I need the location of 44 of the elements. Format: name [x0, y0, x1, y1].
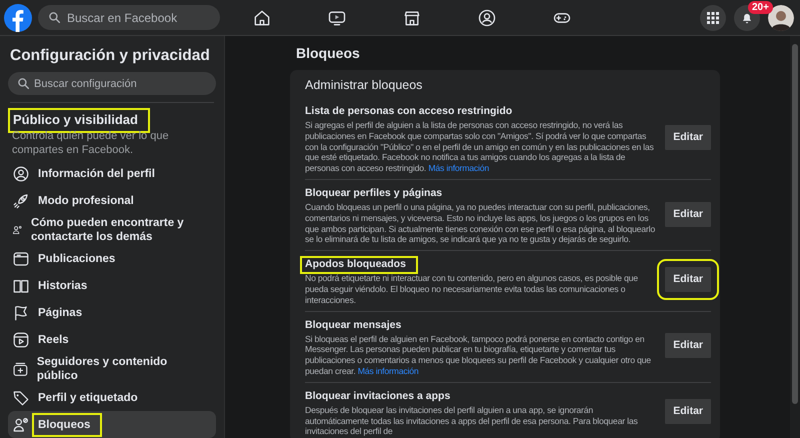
setting-title: Lista de personas con acceso restringido	[304, 104, 514, 119]
setting-description: Si bloqueas el perfil de alguien en Facebook, tampoco podrá ponerse en contacto contigo en Messenger. Las personas pueden publicar en tu biografía, etiquetarte y comentar tus publicaciones o comentarios a menos que bloquees su perfil de Facebook y cualquier otro que puedan crear. Más información	[305, 334, 652, 377]
setting-title: Bloquear perfiles y páginas	[304, 186, 444, 201]
sidebar-item[interactable]: Bloqueos	[8, 411, 216, 438]
sidebar-item[interactable]: Seguidores y contenido público	[8, 353, 216, 384]
flag-icon	[12, 304, 30, 322]
search-icon	[48, 11, 61, 24]
avatar[interactable]	[768, 4, 794, 30]
setting-title: Bloquear mensajes	[304, 318, 402, 333]
search-field[interactable]: Buscar configuración	[8, 72, 216, 95]
menu-button[interactable]	[700, 4, 726, 30]
page-title: Bloqueos	[296, 45, 361, 61]
home-icon	[252, 8, 272, 28]
scrollbar[interactable]	[790, 36, 800, 438]
card-title: Administrar bloqueos	[305, 78, 424, 92]
more-info-link[interactable]: Más información	[358, 366, 418, 376]
more-info-link[interactable]: Más información	[428, 163, 490, 174]
settings-title: Configuración y privacidad	[10, 46, 210, 66]
posts-icon	[12, 250, 30, 268]
edit-button[interactable]: Editar	[657, 259, 719, 300]
reels-icon	[12, 330, 30, 348]
sidebar-item[interactable]: Cómo pueden encontrarte y contactarte los demás	[8, 214, 216, 245]
setting-description: Si agregas el perfil de alguien a la lista de personas con acceso restringido, no verá las publicaciones en Facebook que compartas solo con "Amigos". Sí podrá ver lo que compartas con la configuración "Público" o en el perfil de un amigo en común y en las publicaciones en las que esté etiquetado. Facebook no notifica a tus amigos cuando los agregas a la lista de personas con acceso restringido. Más información	[305, 120, 655, 174]
sidebar-item[interactable]: Reels	[8, 326, 216, 353]
notification-badge: 20+	[748, 0, 773, 14]
setting-description: Después de bloquear las invitaciones del perfil alguien a una app, se ignorarán automáticamente todas las invitaciones a apps del perfil de esa persona. Para bloquear las invitaciones del perfil de	[305, 404, 639, 438]
search-field[interactable]: Buscar en Facebook	[38, 5, 220, 30]
sidebar-item[interactable]: Perfil y etiquetado	[8, 384, 216, 411]
person-circle-icon	[12, 164, 30, 182]
setting-description: Cuando bloqueas un perfil o una página, ya no puedes interactuar con su perfil, publicaciones, comentarios ni mensajes, y viceversa. Esto no incluye las apps, los juegos o los grupos en los que ambos participan. Si actualmente tienes conexión con ese perfil o esa página, al bloquearlo se lo eliminará de tu lista de amigos, se indicará que ya no te gusta y dejarás de seguirlo.	[305, 202, 656, 246]
tag-icon	[12, 388, 30, 406]
setting-title: Apodos bloqueados	[300, 256, 418, 274]
sidebar-item[interactable]: Publicaciones	[8, 245, 216, 272]
setting-title: Bloquear invitaciones a apps	[304, 388, 452, 404]
people-icon	[476, 8, 496, 28]
sidebar-item[interactable]: Páginas	[8, 299, 216, 326]
sidebar-item[interactable]: Información del perfil	[8, 160, 216, 187]
grid-icon	[707, 12, 719, 24]
setting-description: No podrá etiquetarte ni interactuar con tu contenido, pero en algunos casos, es posible que pueda seguir viéndolo. El bloqueo no necesariamente evita todas las comunicaciones o interacciones.	[305, 273, 639, 306]
logo[interactable]	[4, 4, 32, 32]
rocket-icon	[12, 192, 30, 210]
person-block-icon	[12, 416, 30, 434]
sidebar-item[interactable]: Historias	[8, 272, 216, 299]
sidebar-item[interactable]: Modo profesional	[8, 187, 216, 214]
